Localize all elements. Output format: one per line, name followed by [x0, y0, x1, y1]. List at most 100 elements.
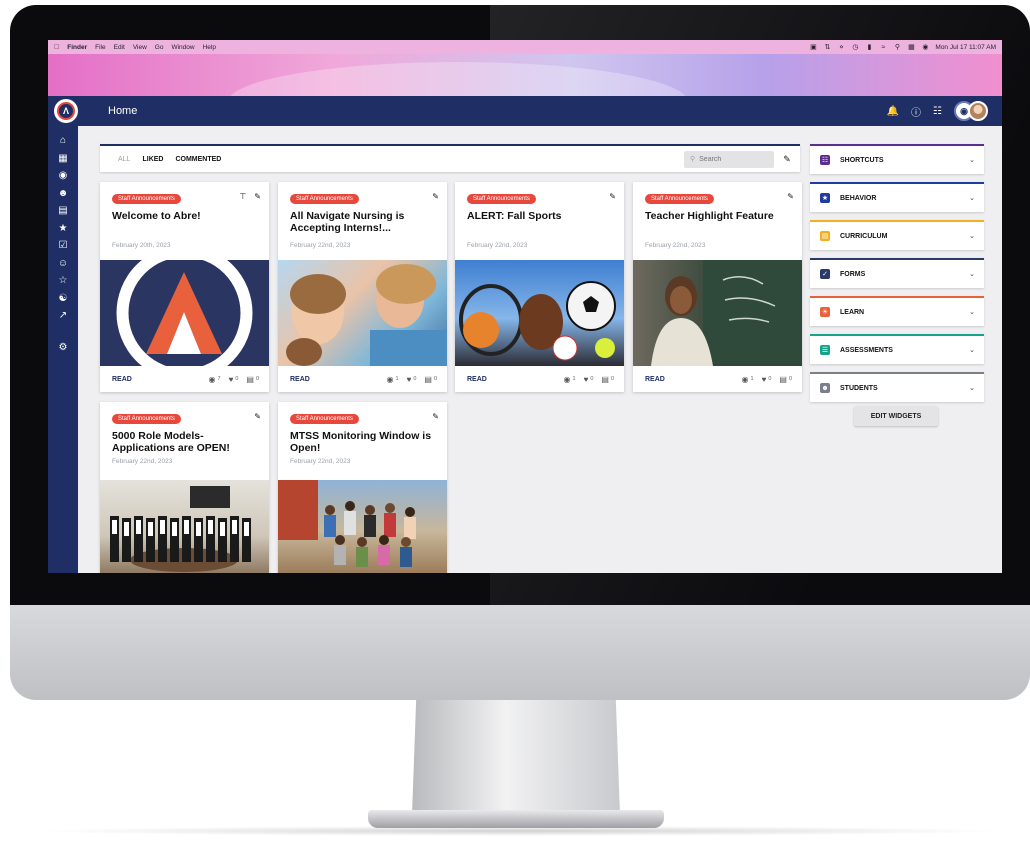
- comments-stat[interactable]: ▤ 0: [779, 375, 792, 384]
- category-badge[interactable]: Staff Announcements: [112, 194, 181, 204]
- menu-help[interactable]: Help: [203, 44, 216, 51]
- likes-stat[interactable]: ♥ 0: [407, 375, 417, 384]
- comment-icon[interactable]: ▤: [601, 375, 609, 384]
- card-title[interactable]: All Navigate Nursing is Accepting Intern…: [290, 210, 440, 234]
- help-icon[interactable]: ⓘ: [911, 104, 921, 119]
- profile-icon[interactable]: ◉: [48, 167, 78, 185]
- card-image-students-outdoor[interactable]: [278, 480, 447, 573]
- chevron-down-icon[interactable]: ⌄: [960, 384, 984, 392]
- card-title[interactable]: 5000 Role Models-Applications are OPEN!: [112, 430, 262, 454]
- announcement-card[interactable]: Staff Announcements ⊤ ✎ Welcome to Abre!…: [100, 182, 269, 392]
- announcement-card[interactable]: Staff Announcements ✎ Teacher Highlight …: [633, 182, 802, 392]
- heart-icon[interactable]: ♥: [584, 375, 589, 384]
- menubar-clock[interactable]: Mon Jul 17 11:07 AM: [935, 44, 996, 51]
- card-title[interactable]: ALERT: Fall Sports: [467, 210, 617, 222]
- comments-stat[interactable]: ▤ 0: [246, 375, 259, 384]
- abre-logo[interactable]: Λ: [54, 99, 78, 123]
- read-link[interactable]: READ: [645, 376, 665, 383]
- likes-stat[interactable]: ♥ 0: [229, 375, 239, 384]
- announcement-card[interactable]: Staff Announcements ✎ All Navigate Nursi…: [278, 182, 447, 392]
- timer-icon[interactable]: ◷: [851, 44, 859, 51]
- heart-icon[interactable]: ♥: [407, 375, 412, 384]
- lightbulb-icon[interactable]: ★: [48, 220, 78, 238]
- pin-icon[interactable]: ⊤: [239, 192, 246, 201]
- widget-students[interactable]: ☻ STUDENTS ⌄: [810, 372, 984, 402]
- comment-icon[interactable]: ▤: [246, 375, 254, 384]
- category-badge[interactable]: Staff Announcements: [467, 194, 536, 204]
- widget-learn[interactable]: ☀ LEARN ⌄: [810, 296, 984, 326]
- analytics-icon[interactable]: ↗: [48, 307, 78, 325]
- student-icon[interactable]: ☺: [48, 255, 78, 273]
- edit-pencil-icon[interactable]: ✎: [609, 192, 616, 201]
- category-badge[interactable]: Staff Announcements: [112, 414, 181, 424]
- wifi-icon[interactable]: ≈: [879, 44, 887, 51]
- siri-icon[interactable]: ◉: [921, 44, 929, 51]
- menu-view[interactable]: View: [133, 44, 147, 51]
- comments-stat[interactable]: ▤ 0: [424, 375, 437, 384]
- clipboard-icon[interactable]: ▤: [48, 202, 78, 220]
- read-link[interactable]: READ: [112, 376, 132, 383]
- widget-shortcuts[interactable]: ☷ SHORTCUTS ⌄: [810, 144, 984, 174]
- menu-finder[interactable]: Finder: [67, 44, 87, 51]
- category-badge[interactable]: Staff Announcements: [645, 194, 714, 204]
- apps-grid-icon[interactable]: ☷: [933, 106, 942, 117]
- read-link[interactable]: READ: [467, 376, 487, 383]
- card-title[interactable]: MTSS Monitoring Window is Open!: [290, 430, 440, 454]
- comment-icon[interactable]: ▤: [779, 375, 787, 384]
- widget-curriculum[interactable]: ▤ CURRICULUM ⌄: [810, 220, 984, 250]
- heart-icon[interactable]: ♥: [229, 375, 234, 384]
- battery-icon[interactable]: ▮: [865, 44, 873, 51]
- control-center-icon[interactable]: ▦: [907, 44, 915, 51]
- bluetooth-icon[interactable]: ⋄: [837, 44, 845, 51]
- chevron-down-icon[interactable]: ⌄: [960, 308, 984, 316]
- announcement-card[interactable]: Staff Announcements ✎ ALERT: Fall Sports…: [455, 182, 624, 392]
- dashboard-icon[interactable]: ▦: [48, 150, 78, 168]
- heart-icon[interactable]: ♥: [762, 375, 767, 384]
- edit-widgets-button[interactable]: EDIT WIDGETS: [854, 406, 938, 426]
- filter-all[interactable]: ALL: [118, 156, 130, 163]
- comment-icon[interactable]: ▤: [424, 375, 432, 384]
- card-title[interactable]: Welcome to Abre!: [112, 210, 262, 222]
- profile-avatars[interactable]: ◉: [954, 101, 988, 121]
- settings-gear-icon[interactable]: ⚙: [48, 339, 78, 357]
- card-image-teacher-chalkboard[interactable]: [633, 260, 802, 366]
- category-badge[interactable]: Staff Announcements: [290, 414, 359, 424]
- menu-edit[interactable]: Edit: [114, 44, 125, 51]
- comments-stat[interactable]: ▤ 0: [601, 375, 614, 384]
- edit-pencil-icon[interactable]: ✎: [432, 192, 439, 201]
- home-icon[interactable]: ⌂: [48, 132, 78, 150]
- edit-feed-pencil-icon[interactable]: ✎: [774, 154, 800, 165]
- sync-icon[interactable]: ⇅: [823, 44, 831, 51]
- widget-assessments[interactable]: ☰ ASSESSMENTS ⌄: [810, 334, 984, 364]
- chevron-down-icon[interactable]: ⌄: [960, 270, 984, 278]
- widget-forms[interactable]: ✓ FORMS ⌄: [810, 258, 984, 288]
- groups-icon[interactable]: ☻: [48, 185, 78, 203]
- category-badge[interactable]: Staff Announcements: [290, 194, 359, 204]
- edit-pencil-icon[interactable]: ✎: [787, 192, 794, 201]
- screen-capture-icon[interactable]: ▣: [809, 44, 817, 51]
- menu-window[interactable]: Window: [171, 44, 194, 51]
- widget-behavior[interactable]: ★ BEHAVIOR ⌄: [810, 182, 984, 212]
- chevron-down-icon[interactable]: ⌄: [960, 346, 984, 354]
- card-image-nurse-child[interactable]: [278, 260, 447, 366]
- chevron-down-icon[interactable]: ⌄: [960, 156, 984, 164]
- read-link[interactable]: READ: [290, 376, 310, 383]
- menu-go[interactable]: Go: [155, 44, 164, 51]
- edit-pencil-icon[interactable]: ✎: [254, 192, 261, 201]
- announcement-card[interactable]: Staff Announcements ✎ 5000 Role Models-A…: [100, 402, 269, 573]
- spotlight-icon[interactable]: ⚲: [893, 44, 901, 51]
- star-person-icon[interactable]: ☆: [48, 272, 78, 290]
- likes-stat[interactable]: ♥ 0: [762, 375, 772, 384]
- checklist-icon[interactable]: ☑: [48, 237, 78, 255]
- card-image-abre-logo[interactable]: [100, 260, 269, 366]
- search-box[interactable]: ⚲: [684, 150, 774, 168]
- chevron-down-icon[interactable]: ⌄: [960, 232, 984, 240]
- chevron-down-icon[interactable]: ⌄: [960, 194, 984, 202]
- search-input[interactable]: [699, 155, 770, 163]
- edit-pencil-icon[interactable]: ✎: [432, 412, 439, 421]
- filter-commented[interactable]: COMMENTED: [175, 156, 221, 163]
- apple-icon[interactable]: : [54, 44, 59, 51]
- announcement-card[interactable]: Staff Announcements ✎ MTSS Monitoring Wi…: [278, 402, 447, 573]
- menu-file[interactable]: File: [95, 44, 105, 51]
- card-image-sports-balls[interactable]: [455, 260, 624, 366]
